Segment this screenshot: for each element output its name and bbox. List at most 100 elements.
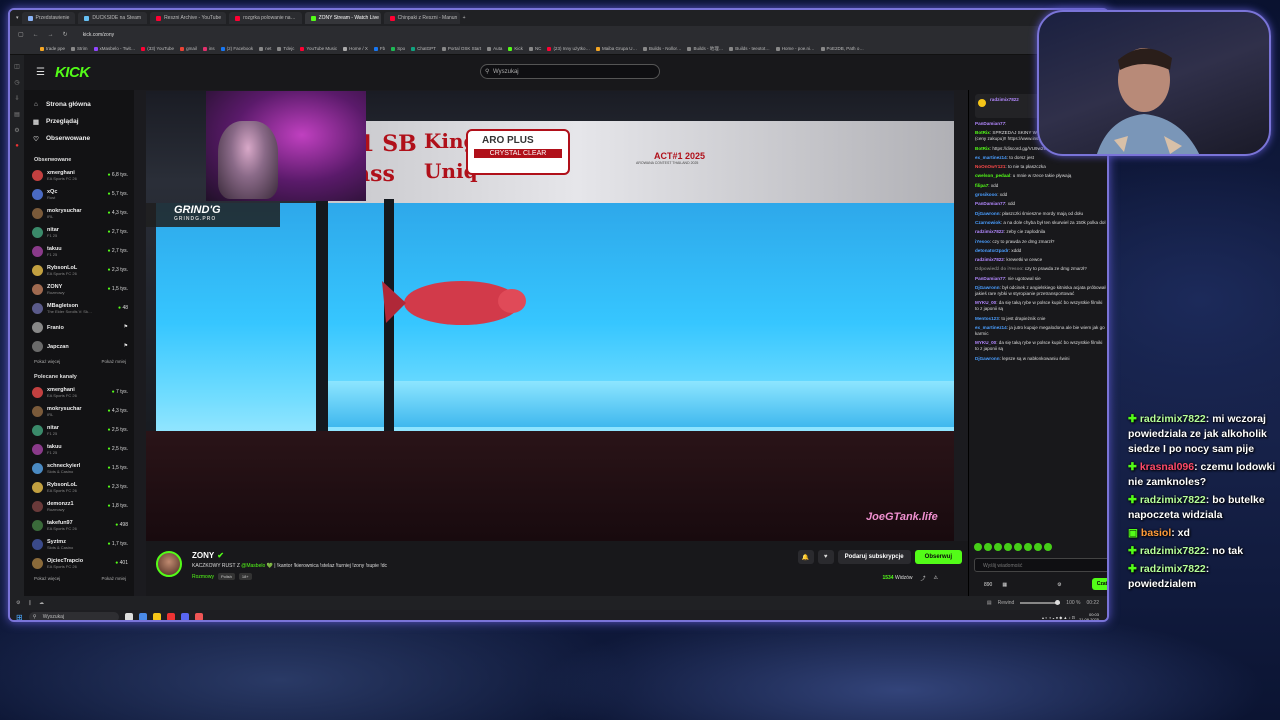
show-more-button[interactable]: Pokaż więcej — [34, 576, 60, 581]
task-view-icon[interactable] — [124, 613, 133, 620]
streamer-avatar[interactable] — [156, 551, 182, 577]
emote-icon[interactable] — [974, 543, 982, 551]
tab-2[interactable]: Reszni Archive - YouTube — [150, 12, 227, 24]
gift-subscription-button[interactable]: Podaruj subskrypcje — [837, 550, 911, 564]
channel-item[interactable]: takuu F1 25 ● 2,7 tys. — [32, 242, 134, 261]
follow-button[interactable]: Obserwuj — [914, 550, 962, 564]
chat-username[interactable]: PanDamian77 — [975, 276, 1005, 281]
chat-username[interactable]: NoOnOwY121 — [975, 164, 1005, 169]
back-icon[interactable]: ← — [33, 32, 39, 38]
settings-icon[interactable]: ⚙ — [16, 600, 20, 606]
bookmark-item[interactable]: (23) Inny użytko… — [547, 46, 590, 51]
pause-icon[interactable]: ∥ — [28, 600, 31, 606]
bookmark-item[interactable]: Portal OSK Start — [441, 46, 481, 51]
bookmark-item[interactable]: ins — [202, 46, 215, 51]
history-icon[interactable]: ◷ — [14, 79, 19, 86]
clock[interactable]: 00:03 21.09.2025 — [1079, 612, 1099, 620]
bookmark-item[interactable]: xMasbelo - Twit… — [93, 46, 135, 51]
show-more-button[interactable]: Pokaż więcej — [34, 359, 60, 364]
settings-icon[interactable]: ⚙ — [1057, 582, 1061, 588]
discord-icon[interactable] — [180, 613, 189, 620]
nav-item-0[interactable]: ⌂ Strona główna — [32, 96, 134, 113]
chat-username[interactable]: DjGawronn — [975, 285, 1000, 290]
chat-username[interactable]: DjGawronn — [975, 211, 1000, 216]
tray-icons[interactable]: ▴ ◐ ◑ ◒ ● ◆ ▲ ♪ ⊡ — [1042, 615, 1075, 620]
bookmark-item[interactable]: Tdejc — [277, 46, 294, 51]
bookmark-item[interactable]: net — [259, 46, 271, 51]
bookmark-item[interactable]: Home - poe.ni… — [775, 46, 815, 51]
bookmark-item[interactable]: Builds - teeotot… — [729, 46, 770, 51]
emote-icon[interactable] — [1014, 543, 1022, 551]
sidebar-toggle-icon[interactable]: ▢ — [18, 31, 24, 38]
channel-item[interactable]: schneckyierl Slots & Casino ● 1,5 tys. — [32, 459, 134, 478]
channel-item[interactable]: OjciecTrapcio EA Sports FC 26 ● 401 — [32, 554, 134, 573]
channel-item[interactable]: MBagletson The Elder Scrolls V: Sk… ● 48 — [32, 299, 134, 318]
streamer-name[interactable]: ZONY ✔ — [192, 551, 224, 560]
channel-item[interactable]: takuu F1 25 ● 2,5 tys. — [32, 440, 134, 459]
chat-username[interactable]: radzimix7822 — [975, 257, 1004, 262]
menu-icon[interactable]: ☰ — [36, 67, 45, 78]
video-player[interactable]: 01 SB King Class Uniq ARO PLUS CRYSTAL C… — [146, 91, 954, 541]
taskbar-search[interactable]: ⚲ Wyszukaj — [28, 612, 119, 620]
channel-item[interactable]: Franio ⚑ — [32, 318, 134, 337]
windows-start-icon[interactable]: ⊞ — [16, 613, 23, 621]
stream-category[interactable]: Rozmowy — [192, 574, 214, 580]
channel-item[interactable]: Syztmz Slots & Casino ● 1,7 tys. — [32, 535, 134, 554]
channel-item[interactable]: xmerghani EA Sports FC 26 ● 6,8 tys. — [32, 166, 134, 185]
emote-icon[interactable] — [1044, 543, 1052, 551]
chat-username[interactable]: filipa7 — [975, 183, 988, 188]
share-icon[interactable]: ⤴ — [921, 575, 926, 582]
show-less-button[interactable]: Pokaż mniej — [101, 576, 126, 581]
tab-5[interactable]: Chinpaki z Reszni - Manun — [383, 12, 460, 24]
chat-username[interactable]: PanDamian77 — [975, 201, 1005, 206]
chat-username[interactable]: BotRix — [975, 130, 990, 135]
channel-item[interactable]: xQc Rust ● 5,7 tys. — [32, 185, 134, 204]
chat-username[interactable]: ex_martinez14 — [975, 155, 1007, 160]
heart-icon[interactable]: ♥ — [817, 550, 834, 564]
reload-icon[interactable]: ↻ — [63, 31, 68, 38]
bookmark-item[interactable]: Kick — [508, 46, 523, 51]
emote-icon[interactable] — [1024, 543, 1032, 551]
bookmark-item[interactable]: NC — [528, 46, 541, 51]
channel-item[interactable]: xmerghani EA Sports FC 26 ● 7 tys. — [32, 383, 134, 402]
channel-item[interactable]: ZONY Rozmowy ● 1,5 tys. — [32, 280, 134, 299]
calendar-icon[interactable]: ▦ — [1002, 582, 1007, 588]
pinned-user[interactable]: radzimix7822 — [990, 97, 1019, 115]
report-icon[interactable]: ⚠ — [934, 575, 938, 582]
channel-item[interactable]: mokrysuchar IRL ● 4,3 tys. — [32, 204, 134, 223]
forward-icon[interactable]: → — [48, 32, 54, 38]
bookmark-item[interactable]: YouTube Music — [300, 46, 337, 51]
bookmark-icon[interactable]: ◫ — [14, 63, 20, 70]
cloud-icon[interactable]: ☁ — [39, 600, 44, 606]
bookmark-item[interactable]: (33) YouTube — [141, 46, 174, 51]
chrome-icon[interactable] — [194, 613, 203, 620]
search-input[interactable]: ⚲ Wyszukaj — [480, 64, 660, 79]
bookmark-item[interactable]: Home / X — [343, 46, 368, 51]
record-icon[interactable]: ● — [15, 143, 19, 149]
tab-3[interactable]: rozgrka polowanie na… — [229, 12, 302, 24]
chat-username[interactable]: BotRix — [975, 146, 990, 151]
chat-username[interactable]: Ddpowiedź do iYesoo — [975, 266, 1022, 271]
tab-list-icon[interactable]: ▾ — [16, 15, 19, 21]
emote-icon[interactable] — [984, 543, 992, 551]
channel-item[interactable]: RybsonLoL EA Sports FC 26 ● 2,3 tys. — [32, 478, 134, 497]
url-field[interactable]: kick.com/zony — [83, 32, 114, 38]
new-tab-button[interactable]: + — [463, 15, 466, 21]
chat-username[interactable]: DjGawronn — [975, 356, 1000, 361]
bookmark-item[interactable]: Fb — [373, 46, 385, 51]
bookmark-item[interactable]: Spo — [391, 46, 405, 51]
channel-item[interactable]: RybsonLoL EA Sports FC 26 ● 2,3 tys. — [32, 261, 134, 280]
tab-1[interactable]: DUCKSIDE na Steam — [78, 12, 148, 24]
chat-username[interactable]: iYesoo — [975, 239, 990, 244]
nav-item-1[interactable]: ▦ Przeglądaj — [32, 113, 134, 130]
stream-title-mention[interactable]: @Masbelo — [241, 563, 265, 569]
chat-username[interactable]: grosikooo — [975, 192, 997, 197]
speaker-icon[interactable]: ▤ — [987, 600, 992, 606]
download-icon[interactable]: ⇩ — [14, 95, 19, 102]
points-value[interactable]: 890 — [984, 582, 992, 588]
show-less-button[interactable]: Pokaż mniej — [101, 359, 126, 364]
chat-username[interactable]: MYKU_00 — [975, 340, 996, 345]
chat-username[interactable]: MYKU_00 — [975, 300, 996, 305]
edge-icon[interactable] — [138, 613, 147, 620]
folder-icon[interactable] — [152, 613, 161, 620]
